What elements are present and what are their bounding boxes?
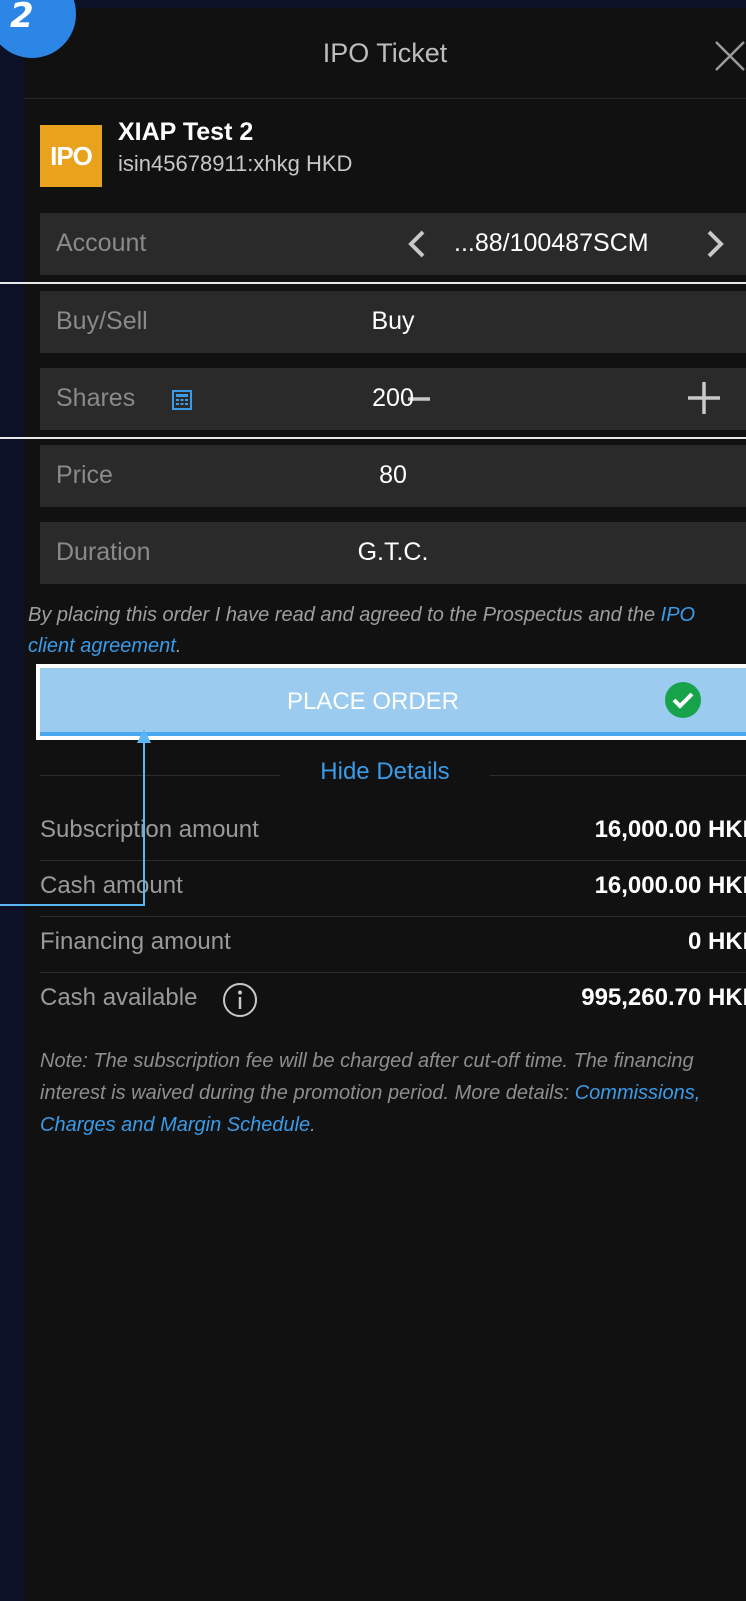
disclaimer-text: By placing this order I have read and ag… [28, 604, 661, 626]
hide-details-link[interactable]: Hide Details [24, 758, 746, 786]
chevron-left-icon[interactable] [406, 229, 428, 259]
duration-value[interactable]: G.T.C. [40, 538, 746, 567]
separator-line [0, 282, 746, 284]
fee-note: Note: The subscription fee will be charg… [40, 1045, 740, 1141]
cash-available-label: Cash available [40, 984, 198, 1011]
shares-row: Shares 200 [40, 368, 746, 430]
duration-row[interactable]: Duration G.T.C. [40, 522, 746, 584]
subscription-amount-row: Subscription amount 16,000.00 HKD [40, 804, 746, 861]
price-value[interactable]: 80 [40, 461, 746, 490]
buy-sell-row[interactable]: Buy/Sell Buy [40, 291, 746, 353]
chevron-right-icon[interactable] [704, 229, 726, 259]
account-value[interactable]: ...88/100487SCM [454, 229, 649, 258]
cash-available-row: Cash available 995,260.70 HKD [40, 972, 746, 1028]
financing-amount-row: Financing amount 0 HKD [40, 916, 746, 973]
callout-horizontal-line [0, 904, 145, 906]
cash-amount-row: Cash amount 16,000.00 HKD [40, 860, 746, 917]
increment-button[interactable] [686, 380, 722, 416]
ipo-ticket-panel: IPO Ticket IPO XIAP Test 2 isin45678911:… [24, 8, 746, 1601]
financing-amount-label: Financing amount [40, 928, 231, 955]
place-order-button[interactable]: PLACE ORDER [40, 668, 746, 736]
price-row[interactable]: Price 80 [40, 445, 746, 507]
order-disclaimer: By placing this order I have read and ag… [28, 600, 744, 662]
disclaimer-end: . [175, 635, 182, 657]
callout-arrow-icon [137, 729, 151, 743]
buy-sell-value[interactable]: Buy [40, 307, 746, 336]
instrument-name: XIAP Test 2 [118, 118, 254, 146]
close-icon[interactable] [712, 38, 746, 74]
callout-vertical-line [143, 742, 145, 906]
step-number: 2 [10, 0, 34, 36]
ticket-header: IPO Ticket [24, 8, 746, 99]
cash-amount-value: 16,000.00 HKD [594, 872, 746, 899]
cash-available-value: 995,260.70 HKD [581, 984, 746, 1011]
place-order-label: PLACE ORDER [286, 688, 460, 715]
instrument-code: isin45678911:xhkg HKD [118, 151, 353, 176]
separator-line [0, 437, 746, 439]
financing-amount-value: 0 HKD [687, 928, 746, 955]
account-label: Account [56, 229, 147, 257]
account-row: Account ...88/100487SCM [40, 213, 746, 275]
cash-amount-label: Cash amount [40, 872, 183, 899]
ipo-logo: IPO [40, 125, 102, 187]
subscription-amount-label: Subscription amount [40, 816, 259, 843]
page-title: IPO Ticket [322, 38, 448, 68]
check-circle-icon [665, 682, 701, 718]
shares-value[interactable]: 200 [40, 384, 746, 413]
subscription-amount-value: 16,000.00 HKD [594, 816, 746, 843]
note-end: . [310, 1114, 316, 1136]
info-icon[interactable] [222, 982, 258, 1018]
